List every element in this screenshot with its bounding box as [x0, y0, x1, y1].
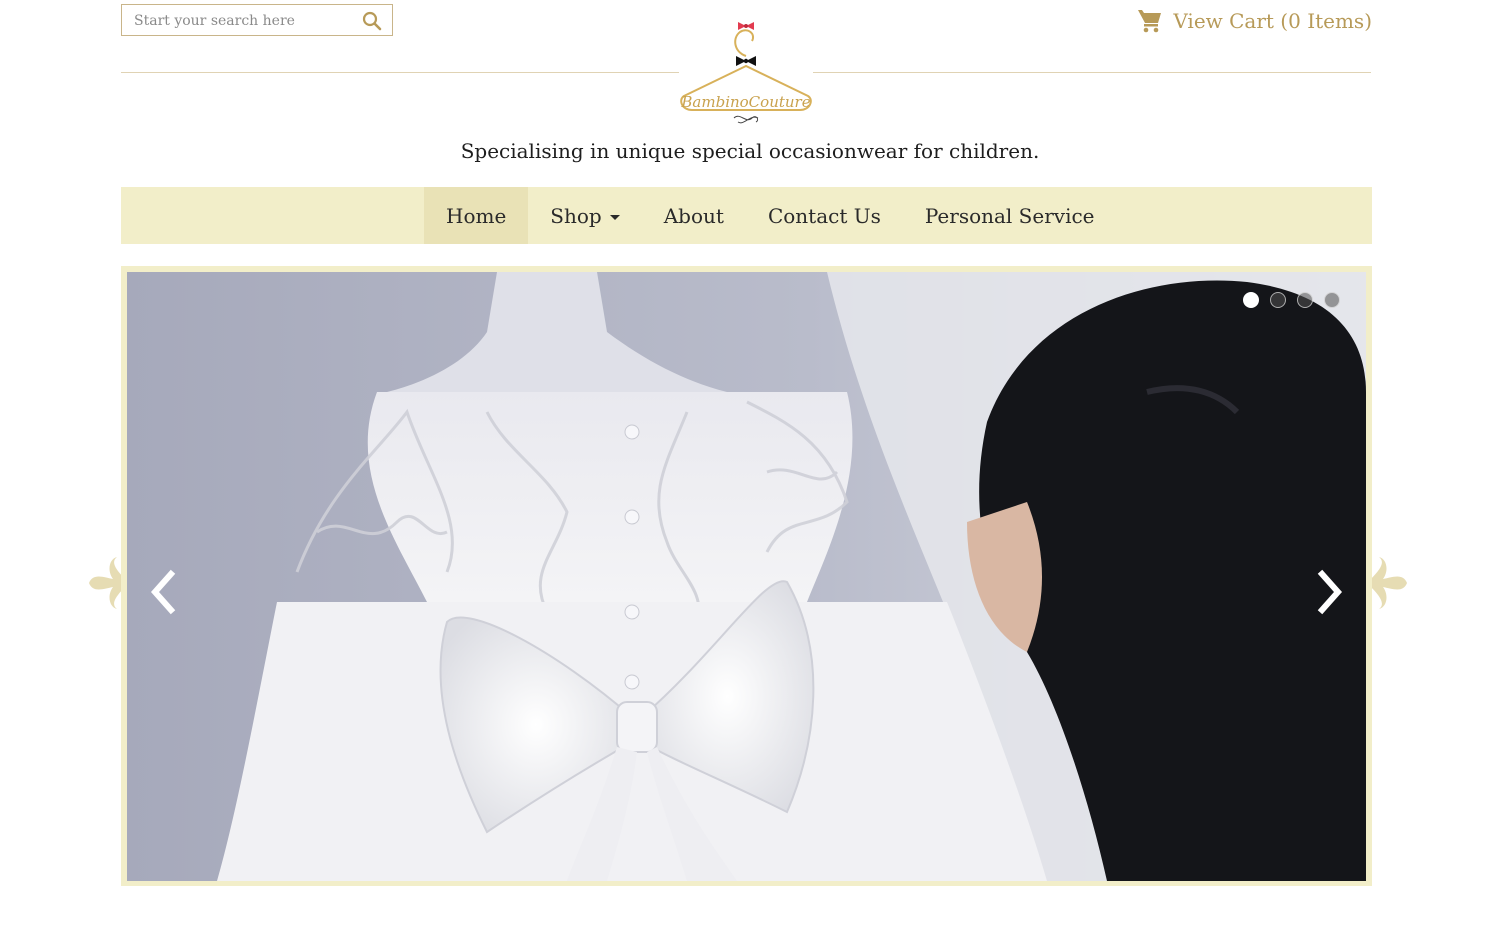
search-icon[interactable] [362, 11, 382, 31]
brand-logo[interactable]: BambinoCouture [676, 14, 816, 130]
logo-text: BambinoCouture [680, 93, 810, 111]
nav-label-home: Home [446, 203, 507, 228]
caret-down-icon [609, 214, 620, 220]
nav-item-contact-us[interactable]: Contact Us [746, 187, 903, 244]
nav-label-personal-service: Personal Service [924, 203, 1095, 228]
slider-dot-2[interactable] [1270, 292, 1286, 308]
cart-label: View Cart (0 Items) [1173, 9, 1372, 33]
header-rule-left [121, 72, 679, 73]
main-nav: Home Shop About Contact Us Personal Serv… [121, 187, 1372, 244]
nav-item-shop[interactable]: Shop [528, 187, 641, 244]
slide-image [127, 272, 1366, 881]
nav-item-about[interactable]: About [642, 187, 746, 244]
nav-item-personal-service[interactable]: Personal Service [903, 187, 1117, 244]
cart-icon [1138, 10, 1162, 33]
nav-item-home[interactable]: Home [424, 187, 529, 244]
search-input[interactable] [132, 5, 356, 37]
slider-dot-1[interactable] [1243, 292, 1259, 308]
slider-dot-4[interactable] [1324, 292, 1340, 308]
slider-dot-3[interactable] [1297, 292, 1313, 308]
nav-label-contact-us: Contact Us [767, 203, 881, 228]
slider-pagination [1243, 292, 1340, 308]
header-rule-right [813, 72, 1371, 73]
tagline: Specialising in unique special occasionw… [460, 139, 1040, 163]
view-cart-link[interactable]: View Cart (0 Items) [1137, 6, 1372, 36]
dress-photo [127, 272, 1366, 881]
nav-label-shop: Shop [550, 203, 602, 228]
chevron-left-icon[interactable] [143, 568, 183, 616]
chevron-right-icon[interactable] [1310, 568, 1350, 616]
nav-label-about: About [663, 203, 724, 228]
hero-slider [121, 266, 1372, 886]
fleur-de-lis-right-icon [1367, 557, 1407, 609]
search-box [121, 4, 393, 37]
